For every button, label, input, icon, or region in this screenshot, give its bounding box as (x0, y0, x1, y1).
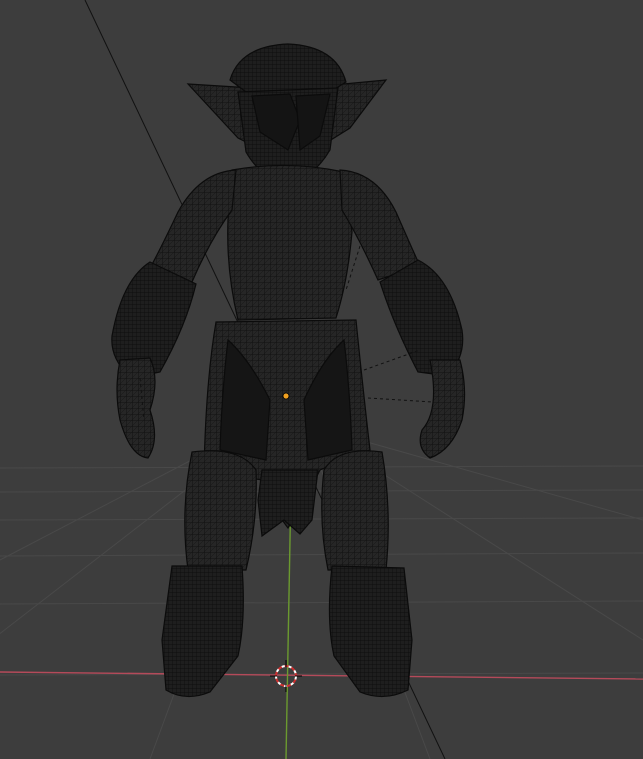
mesh-hand-left (116, 357, 156, 459)
mesh-boot-right (328, 565, 413, 698)
mesh-head (229, 43, 347, 93)
mesh-arm-left-upper (149, 169, 237, 283)
3d-cursor-icon[interactable] (270, 660, 302, 692)
mesh-arm-right-upper (339, 169, 421, 281)
mesh-hand-right (419, 359, 466, 459)
floor-grid (0, 439, 643, 759)
mesh-torso (227, 164, 353, 321)
mesh-leg-right (321, 450, 389, 571)
object-origin-dot[interactable] (282, 392, 290, 400)
mesh-leg-left (184, 450, 257, 571)
mesh-arm-right-lower (379, 259, 464, 377)
mesh-boot-left (161, 565, 244, 698)
viewport-canvas[interactable] (0, 0, 643, 759)
3d-viewport[interactable] (0, 0, 643, 759)
character-mesh[interactable] (111, 43, 466, 698)
